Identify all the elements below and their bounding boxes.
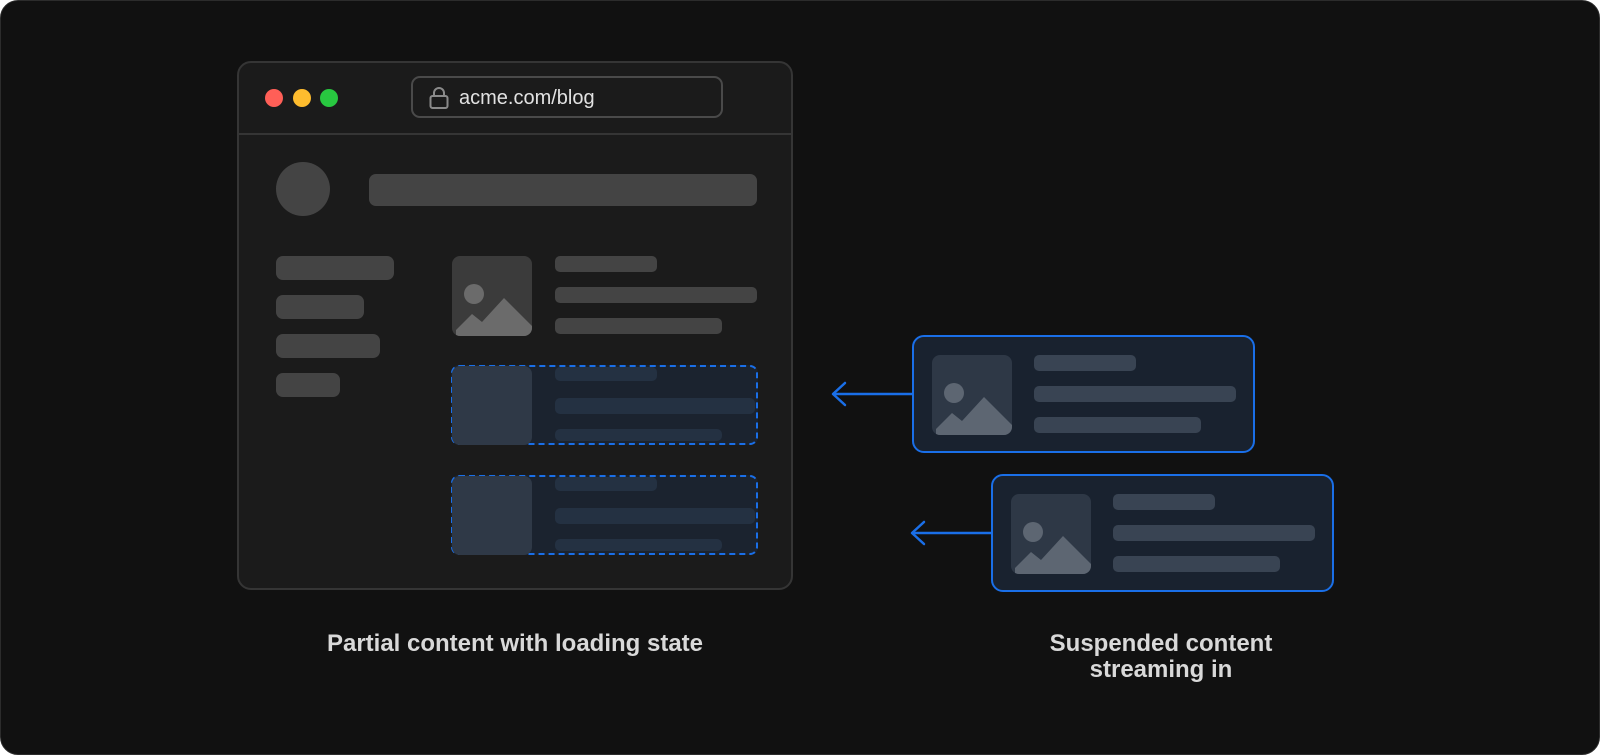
post-thumbnail (452, 256, 532, 336)
card-thumbnail (932, 355, 1012, 435)
post-line-skeleton (555, 318, 722, 334)
streamed-content-card (912, 335, 1255, 453)
slot-line-skeleton (555, 398, 755, 414)
close-window-dot[interactable] (265, 89, 283, 107)
slot-line-skeleton (555, 367, 657, 381)
right-caption: Suspended content streaming in (961, 631, 1361, 683)
card-line-skeleton (1034, 386, 1236, 402)
minimize-window-dot[interactable] (293, 89, 311, 107)
avatar-skeleton (276, 162, 330, 216)
lock-icon (429, 87, 449, 109)
address-bar-url: acme.com/blog (459, 87, 595, 109)
slot-thumbnail-skeleton (452, 476, 532, 555)
slot-line-skeleton (555, 477, 657, 491)
suspense-placeholder-slot (451, 475, 758, 555)
title-skeleton (369, 174, 757, 206)
slot-line-skeleton (555, 429, 722, 441)
streamed-content-card (991, 474, 1334, 592)
suspense-placeholder-slot (451, 365, 758, 445)
image-placeholder-icon (1015, 522, 1091, 574)
card-line-skeleton (1113, 556, 1280, 572)
right-caption-line-2: streaming in (1089, 656, 1233, 683)
post-line-skeleton (555, 287, 757, 303)
image-placeholder-icon (936, 383, 1012, 435)
arrow-left-icon (831, 381, 915, 407)
sidebar-skeleton-item (276, 256, 394, 280)
browser-titlebar: acme.com/blog (239, 63, 791, 135)
arrow-left-icon (910, 520, 994, 546)
left-caption: Partial content with loading state (326, 630, 704, 657)
address-bar[interactable]: acme.com/blog (411, 76, 723, 118)
sidebar-skeleton-item (276, 334, 380, 358)
sidebar-skeleton-item (276, 295, 364, 319)
card-thumbnail (1011, 494, 1091, 574)
post-title-skeleton (555, 256, 657, 272)
right-caption-line-1: Suspended content (1049, 630, 1273, 657)
card-line-skeleton (1034, 417, 1201, 433)
sidebar-skeleton-item (276, 373, 340, 397)
card-title-skeleton (1034, 355, 1136, 371)
slot-line-skeleton (555, 539, 722, 551)
card-line-skeleton (1113, 525, 1315, 541)
browser-window: acme.com/blog (237, 61, 793, 590)
diagram-canvas: acme.com/blog Partial content with loadi… (0, 0, 1600, 755)
maximize-window-dot[interactable] (320, 89, 338, 107)
image-placeholder-icon (456, 284, 532, 336)
card-title-skeleton (1113, 494, 1215, 510)
slot-line-skeleton (555, 508, 755, 524)
slot-thumbnail-skeleton (452, 366, 532, 445)
